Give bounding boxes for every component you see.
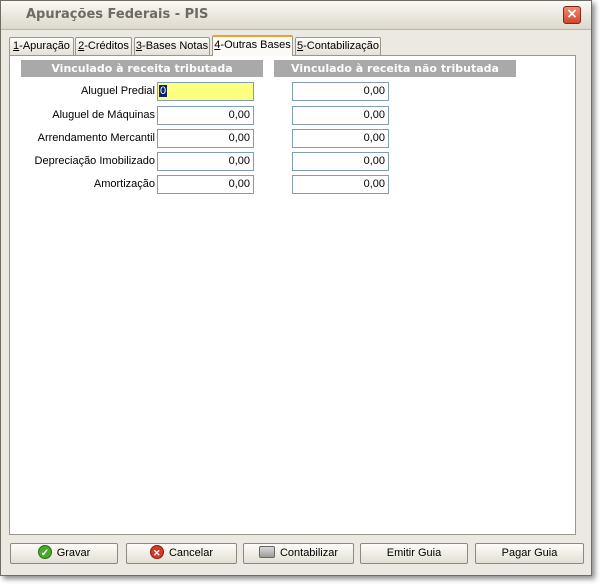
tab-outras-bases[interactable]: 4-Outras Bases: [212, 35, 293, 56]
arrendamento-mercantil-taxed-field[interactable]: 0,00: [157, 129, 254, 148]
column-header-taxed: Vinculado à receita tributada: [21, 60, 263, 77]
post-button[interactable]: Contabilizar: [243, 543, 354, 564]
label-arrendamento-mercantil: Arrendamento Mercantil: [37, 132, 155, 144]
aluguel-maquinas-taxed-field[interactable]: 0,00: [157, 106, 254, 125]
aluguel-predial-taxed-field[interactable]: 0: [157, 82, 254, 101]
tab-label: -Créditos: [84, 40, 129, 52]
issue-guide-button[interactable]: Emitir Guia: [360, 543, 468, 564]
calculator-icon: [258, 546, 275, 558]
depreciacao-imobilizado-taxed-field[interactable]: 0,00: [157, 152, 254, 171]
depreciacao-imobilizado-untaxed-field[interactable]: 0,00: [292, 152, 389, 171]
aluguel-predial-untaxed-field[interactable]: 0,00: [292, 82, 389, 101]
tab-bases-notas[interactable]: 3-Bases Notas: [134, 37, 210, 55]
label-depreciacao-imobilizado: Depreciação Imobilizado: [34, 155, 155, 167]
arrendamento-mercantil-untaxed-field[interactable]: 0,00: [292, 129, 389, 148]
cancel-button-label: Cancelar: [168, 547, 214, 559]
label-aluguel-predial: Aluguel Predial: [81, 85, 155, 97]
tab-apuracao[interactable]: 1-Apuração: [9, 37, 74, 55]
dialog-window: Apurações Federais - PIS × 1-Apuração 2-…: [0, 0, 592, 576]
tab-creditos[interactable]: 2-Créditos: [75, 37, 132, 55]
tab-label: -Bases Notas: [142, 40, 209, 52]
tab-label: -Outras Bases: [220, 39, 291, 51]
check-icon: [37, 544, 52, 563]
issue-guide-button-label: Emitir Guia: [386, 547, 442, 559]
amortizacao-untaxed-field[interactable]: 0,00: [292, 175, 389, 194]
cancel-button[interactable]: Cancelar: [126, 543, 237, 564]
column-header-untaxed: Vinculado à receita não tributada: [274, 60, 516, 77]
tab-label: -Apuração: [19, 40, 70, 52]
save-button-label: Gravar: [56, 547, 91, 559]
window-title: Apurações Federais - PIS: [26, 7, 209, 22]
post-button-label: Contabilizar: [279, 547, 339, 559]
label-aluguel-maquinas: Aluguel de Máquinas: [52, 109, 155, 121]
pay-guide-button-label: Pagar Guia: [501, 547, 558, 559]
selected-text: 0: [159, 85, 168, 97]
close-button[interactable]: ×: [563, 6, 581, 24]
aluguel-maquinas-untaxed-field[interactable]: 0,00: [292, 106, 389, 125]
title-bar[interactable]: Apurações Federais - PIS ×: [1, 1, 591, 30]
label-amortizacao: Amortização: [93, 178, 155, 190]
close-icon: ×: [566, 6, 578, 22]
pay-guide-button[interactable]: Pagar Guia: [475, 543, 584, 564]
cancel-icon: [149, 544, 164, 563]
tab-panel-outras-bases: Vinculado à receita tributada Vinculado …: [9, 55, 576, 535]
amortizacao-taxed-field[interactable]: 0,00: [157, 175, 254, 194]
save-button[interactable]: Gravar: [10, 543, 118, 564]
tab-label: -Contabilização: [303, 40, 379, 52]
tab-contabilizacao[interactable]: 5-Contabilização: [295, 37, 381, 55]
